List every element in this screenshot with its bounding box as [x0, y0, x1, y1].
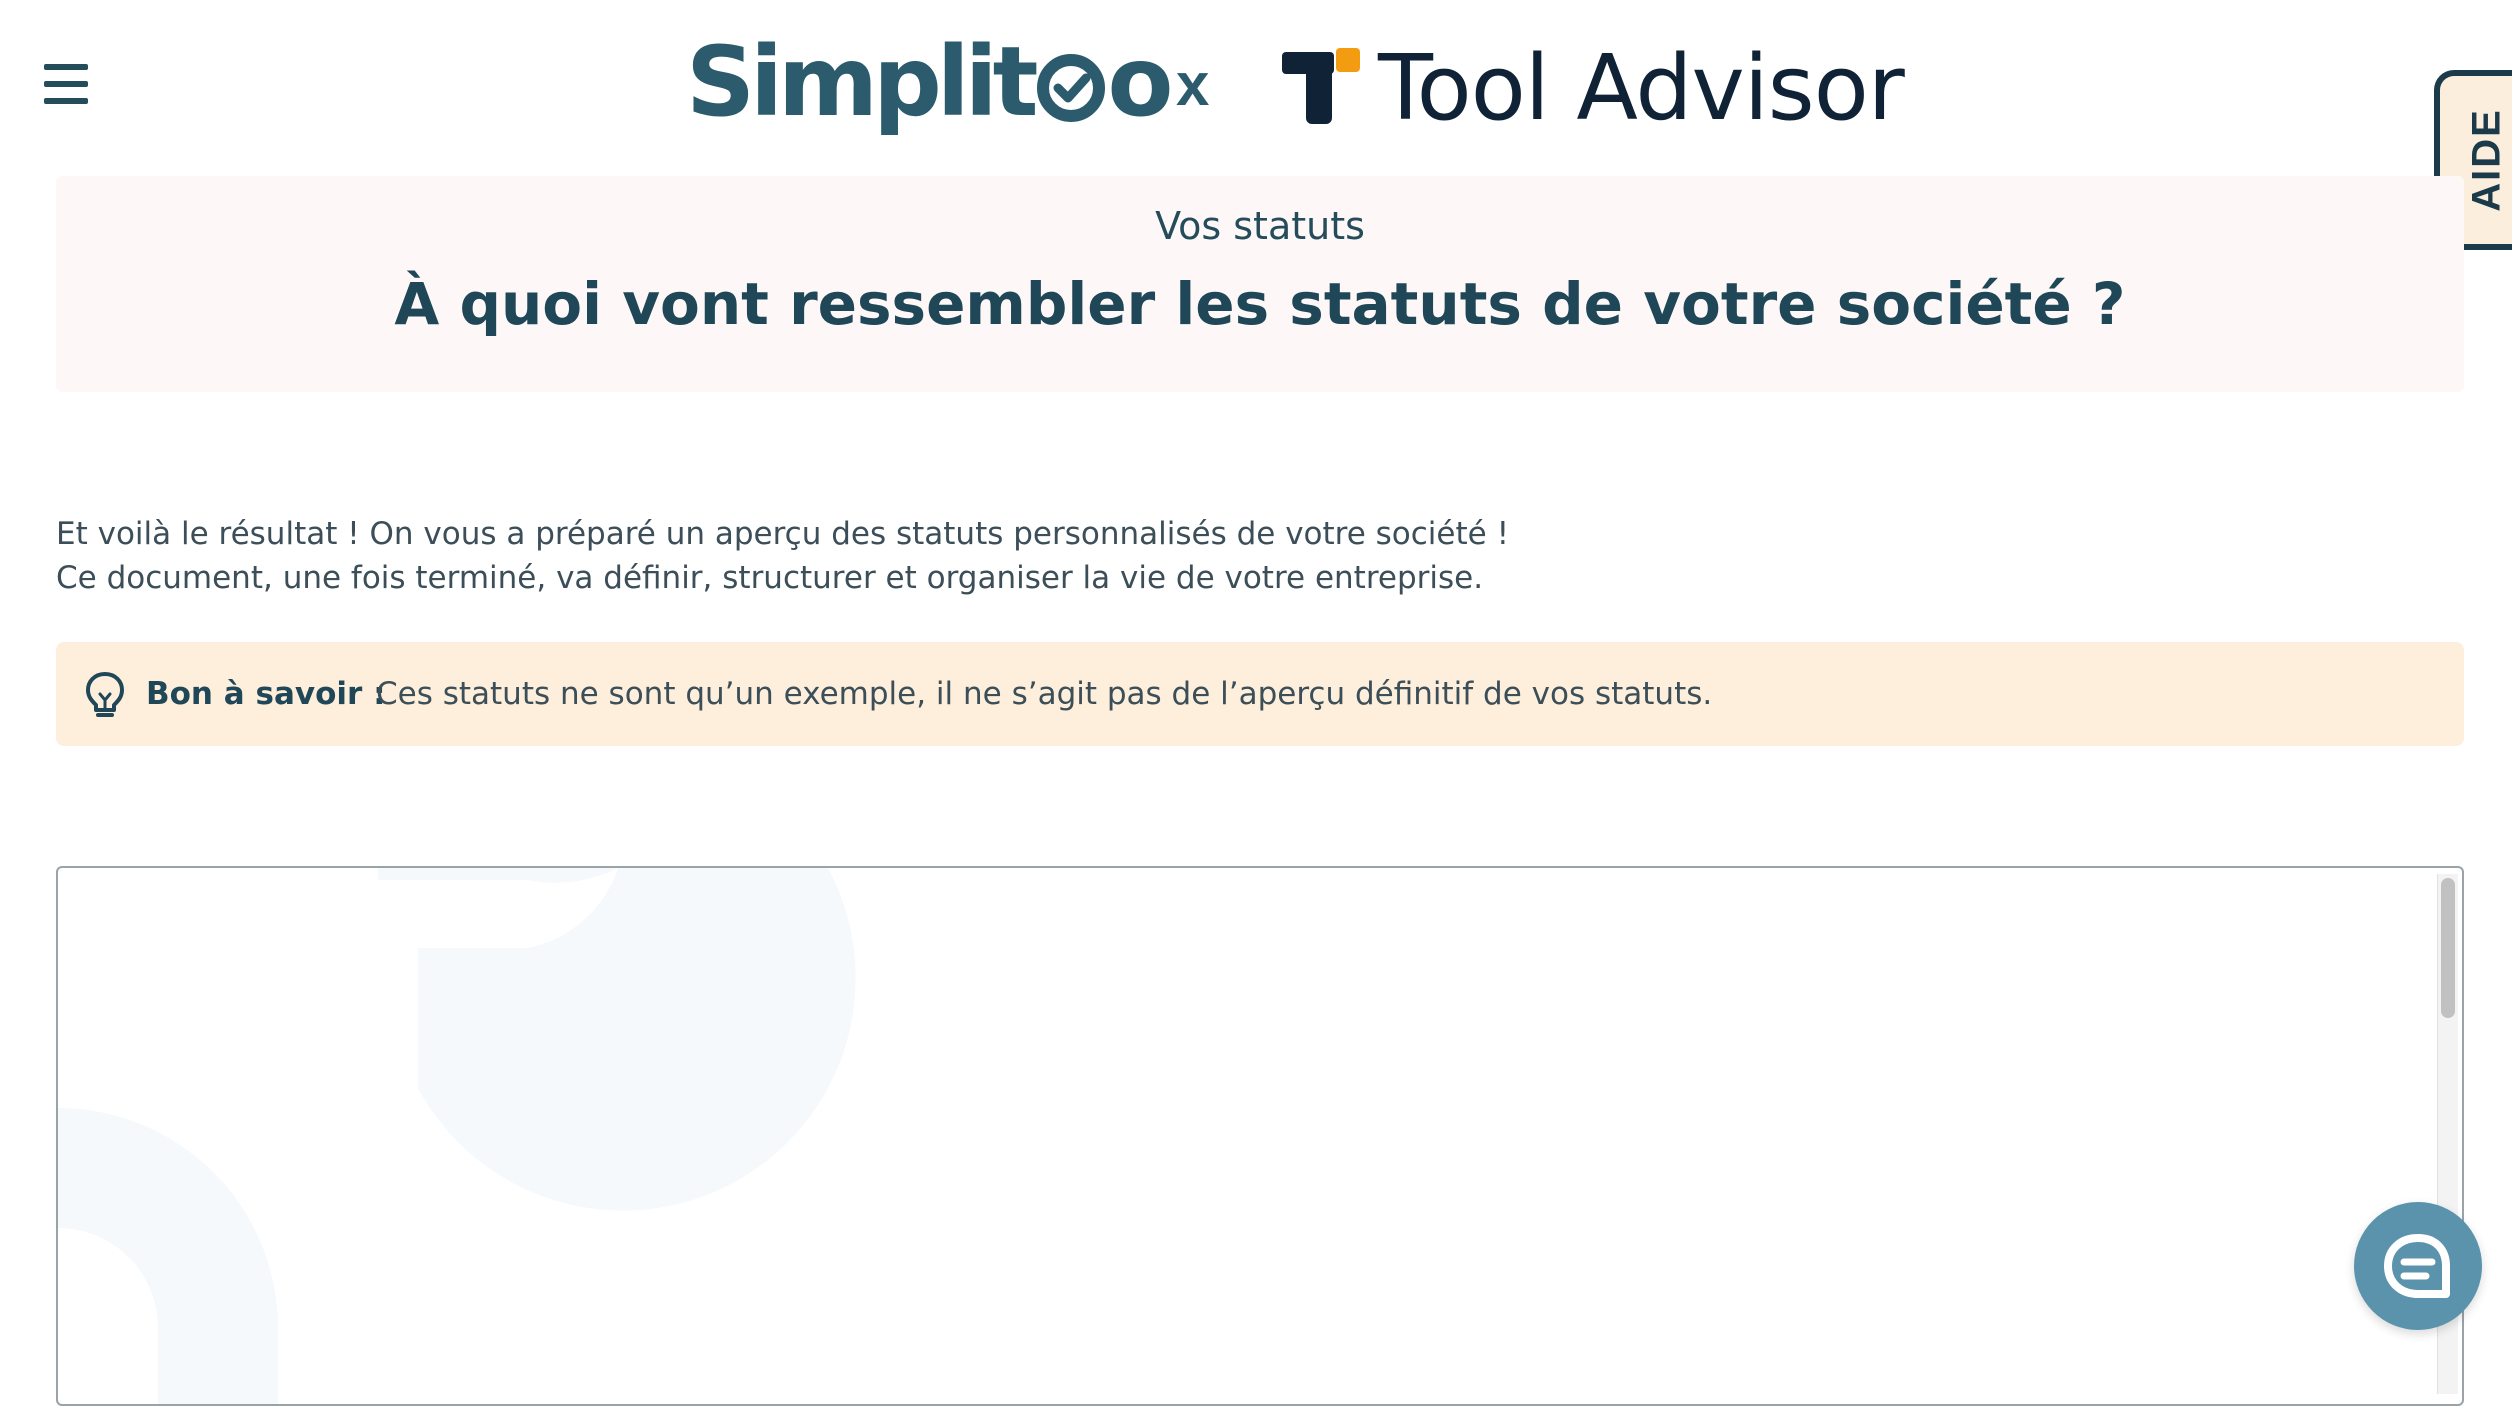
title-banner: Vos statuts À quoi vont ressembler les s…: [56, 176, 2464, 392]
tooladvisor-logo-icon: [1282, 48, 1362, 124]
lightbulb-icon: [82, 670, 128, 720]
good-to-know-label: Bon à savoir :: [146, 676, 386, 712]
top-header: Simplit o x Tool Advisor: [0, 0, 2512, 170]
simplitoo-logo[interactable]: Simplit o: [686, 22, 1173, 142]
page-title: À quoi vont ressembler les statuts de vo…: [394, 270, 2126, 338]
brand-separator: x: [1176, 51, 1210, 118]
good-to-know-box: Bon à savoir : Ces statuts ne sont qu’un…: [56, 642, 2464, 746]
chat-icon: [2384, 1234, 2450, 1298]
intro-line-2: Ce document, une fois terminé, va défini…: [56, 560, 1484, 596]
good-to-know-text: Ces statuts ne sont qu’un exemple, il ne…: [376, 676, 1713, 712]
section-eyebrow: Vos statuts: [1155, 204, 1365, 248]
statuts-preview-frame[interactable]: [56, 866, 2464, 1406]
intro-text: Et voilà le résultat ! On vous a préparé…: [56, 512, 2356, 600]
tooladvisor-logo-text[interactable]: Tool Advisor: [1378, 34, 1905, 144]
aide-tab-label: AIDE: [2464, 108, 2509, 212]
simplitoo-check-o-icon: [1034, 29, 1108, 149]
decorative-watermark-shape: [58, 868, 856, 1404]
hamburger-menu-icon[interactable]: [44, 64, 88, 104]
intro-line-1: Et voilà le résultat ! On vous a préparé…: [56, 516, 1510, 552]
preview-scrollbar-thumb[interactable]: [2441, 878, 2455, 1018]
chat-launcher-button[interactable]: [2354, 1202, 2482, 1330]
